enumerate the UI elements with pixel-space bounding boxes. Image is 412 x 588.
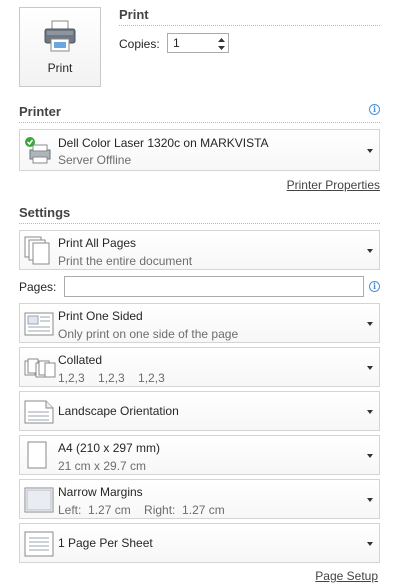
chevron-down-icon (367, 454, 373, 458)
paper-size-title: A4 (210 x 297 mm) (58, 441, 161, 455)
paper-size-subtitle: 21 cm x 29.7 cm (58, 459, 147, 473)
pages-label: Pages: (19, 280, 57, 294)
print-button-label: Print (47, 61, 73, 75)
settings-heading-divider (19, 223, 380, 224)
orientation-select[interactable]: Landscape Orientation (19, 391, 380, 431)
copies-value: 1 (173, 36, 180, 50)
sides-title: Print One Sided (58, 309, 143, 323)
copies-spinner[interactable]: 1 (167, 33, 229, 53)
printer-properties-link[interactable]: Printer Properties (287, 178, 380, 192)
print-heading-divider (119, 25, 380, 26)
pages-icon (24, 236, 50, 265)
chevron-down-icon (367, 366, 373, 370)
collation-select[interactable]: Collated 1,2,3 1,2,3 1,2,3 (19, 347, 380, 387)
print-range-select[interactable]: Print All Pages Print the entire documen… (19, 230, 380, 270)
pages-per-sheet-icon (24, 531, 54, 557)
margins-select[interactable]: Narrow Margins Left: 1.27 cm Right: 1.27… (19, 479, 380, 519)
collation-subtitle: 1,2,3 1,2,3 1,2,3 (58, 371, 165, 385)
orientation-title: Landscape Orientation (58, 404, 179, 418)
printer-ready-icon (25, 137, 51, 164)
printer-heading: Printer (19, 104, 61, 119)
margins-icon (24, 487, 54, 513)
print-button[interactable]: Print (19, 7, 101, 87)
printer-status: Server Offline (58, 153, 132, 167)
chevron-down-icon (367, 542, 373, 546)
sides-subtitle: Only print on one side of the page (58, 327, 239, 341)
print-range-title: Print All Pages (58, 236, 137, 250)
printer-heading-divider (19, 122, 380, 123)
copies-decrement-icon[interactable] (216, 44, 227, 52)
printer-icon (44, 20, 76, 52)
print-range-subtitle: Print the entire document (58, 254, 193, 268)
pages-input[interactable] (64, 276, 364, 297)
page-setup-link[interactable]: Page Setup (315, 569, 378, 583)
pages-info-icon[interactable]: i (369, 281, 380, 292)
paper-size-select[interactable]: A4 (210 x 297 mm) 21 cm x 29.7 cm (19, 435, 380, 475)
collated-icon (24, 358, 56, 378)
chevron-down-icon (367, 149, 373, 153)
sides-select[interactable]: Print One Sided Only print on one side o… (19, 303, 380, 343)
copies-label: Copies: (119, 37, 160, 51)
chevron-down-icon (367, 498, 373, 502)
chevron-down-icon (367, 410, 373, 414)
margins-subtitle: Left: 1.27 cm Right: 1.27 cm (58, 503, 225, 517)
margins-title: Narrow Margins (58, 485, 143, 499)
landscape-icon (24, 400, 54, 424)
printer-select[interactable]: Dell Color Laser 1320c on MARKVISTA Serv… (19, 129, 380, 171)
one-sided-icon (24, 312, 54, 336)
chevron-down-icon (367, 322, 373, 326)
print-heading: Print (119, 7, 149, 22)
pages-per-sheet-select[interactable]: 1 Page Per Sheet (19, 523, 380, 563)
printer-name: Dell Color Laser 1320c on MARKVISTA (58, 136, 269, 150)
pages-per-sheet-title: 1 Page Per Sheet (58, 536, 153, 550)
settings-heading: Settings (19, 205, 71, 220)
copies-increment-icon[interactable] (216, 36, 227, 44)
paper-size-icon (27, 441, 47, 469)
printer-info-icon[interactable]: i (369, 104, 380, 115)
collation-title: Collated (58, 353, 103, 367)
chevron-down-icon (367, 249, 373, 253)
